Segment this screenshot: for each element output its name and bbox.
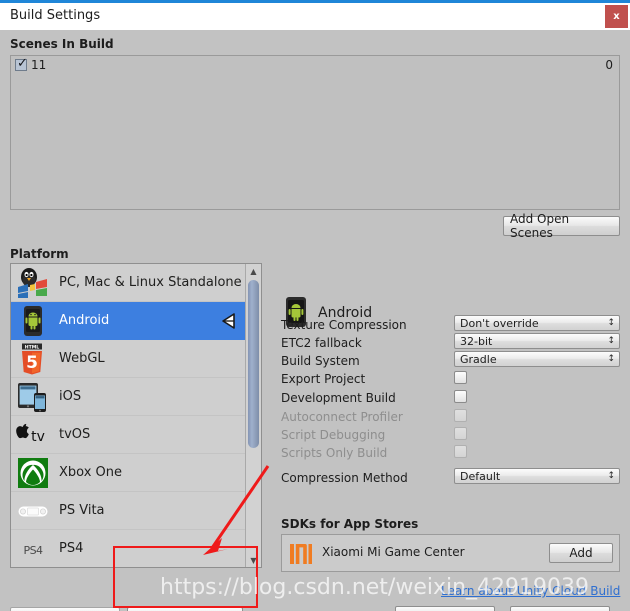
xbox-one-icon: [16, 457, 50, 489]
unity-cloud-build-link[interactable]: Learn about Unity Cloud Build: [441, 584, 620, 598]
export-project-checkbox[interactable]: [454, 371, 467, 384]
platform-list[interactable]: PC, Mac & Linux Standalone Android HTML …: [10, 263, 262, 568]
chevron-updown-icon: ↕: [607, 336, 615, 346]
scenes-in-build-heading: Scenes In Build: [10, 37, 114, 51]
script-debugging-label: Script Debugging: [281, 428, 386, 442]
sdk-list: Xiaomi Mi Game Center Add: [281, 534, 620, 572]
unity-logo-icon: [219, 312, 237, 330]
build-system-dropdown[interactable]: Gradle ↕: [454, 351, 620, 367]
title-bar: Build Settings x: [0, 3, 630, 30]
webgl-html5-icon: HTML 5: [16, 343, 50, 375]
xiaomi-mi-icon: [290, 544, 312, 564]
scrollbar-thumb[interactable]: [248, 280, 259, 448]
platform-item-label: Android: [59, 313, 110, 328]
autoconnect-profiler-label: Autoconnect Profiler: [281, 410, 403, 424]
sdk-name: Xiaomi Mi Game Center: [322, 545, 465, 559]
sdks-heading: SDKs for App Stores: [281, 517, 419, 531]
platform-item-label: PC, Mac & Linux Standalone: [59, 275, 242, 290]
platform-item-tvos[interactable]: tv tvOS: [11, 416, 245, 454]
build-button[interactable]: Build: [395, 606, 495, 611]
platform-item-label: PS Vita: [59, 503, 105, 518]
android-icon: [16, 305, 50, 337]
platform-item-android[interactable]: Android: [11, 302, 245, 340]
build-settings-window: Build Settings x Scenes In Build ✓ 11 0 …: [0, 0, 630, 611]
scenes-in-build-list[interactable]: ✓ 11 0: [10, 55, 620, 210]
etc2-fallback-label: ETC2 fallback: [281, 336, 362, 350]
tvos-apple-tv-icon: tv: [16, 419, 50, 451]
platform-item-ios[interactable]: iOS: [11, 378, 245, 416]
platform-item-ps-vita[interactable]: PS Vita: [11, 492, 245, 530]
platform-item-label: iOS: [59, 389, 82, 404]
chevron-updown-icon: ↕: [607, 318, 615, 328]
platform-heading: Platform: [10, 247, 69, 261]
scroll-up-arrow-icon[interactable]: ▲: [246, 264, 261, 278]
scene-row[interactable]: ✓ 11 0: [11, 56, 619, 74]
chevron-updown-icon: ↕: [607, 471, 615, 481]
platform-item-pc-mac-linux-standalone[interactable]: PC, Mac & Linux Standalone: [11, 264, 245, 302]
etc2-fallback-value: 32-bit: [460, 335, 493, 348]
sdk-add-button[interactable]: Add: [549, 543, 613, 563]
ps4-icon: PS4: [16, 533, 50, 565]
script-debugging-checkbox: [454, 427, 467, 440]
scripts-only-build-checkbox: [454, 445, 467, 458]
compression-method-value: Default: [460, 470, 501, 483]
window-body: Scenes In Build ✓ 11 0 Add Open Scenes P…: [0, 30, 630, 611]
platform-item-webgl[interactable]: HTML 5 WebGL: [11, 340, 245, 378]
ps-vita-icon: [16, 495, 50, 527]
svg-text:HTML: HTML: [25, 344, 40, 350]
pc-mac-linux-icon: [16, 267, 50, 299]
texture-compression-dropdown[interactable]: Don't override ↕: [454, 315, 620, 331]
platform-item-label: PS4: [59, 541, 84, 556]
build-system-value: Gradle: [460, 353, 497, 366]
etc2-fallback-dropdown[interactable]: 32-bit ↕: [454, 333, 620, 349]
build-and-run-button[interactable]: Build And Run: [510, 606, 610, 611]
close-icon[interactable]: x: [605, 5, 628, 28]
development-build-checkbox[interactable]: [454, 390, 467, 403]
platform-item-label: tvOS: [59, 427, 91, 442]
platform-list-items: PC, Mac & Linux Standalone Android HTML …: [11, 264, 245, 567]
svg-text:5: 5: [26, 353, 38, 373]
scroll-down-arrow-icon[interactable]: ▼: [246, 553, 261, 567]
chevron-updown-icon: ↕: [607, 354, 615, 364]
scripts-only-build-label: Scripts Only Build: [281, 446, 388, 460]
scene-name: 11: [31, 58, 47, 72]
svg-text:tv: tv: [31, 429, 45, 445]
add-open-scenes-button[interactable]: Add Open Scenes: [503, 212, 620, 240]
scene-enabled-checkbox[interactable]: ✓: [15, 56, 28, 71]
texture-compression-label: Texture Compression: [281, 318, 407, 332]
compression-method-label: Compression Method: [281, 471, 408, 485]
svg-text:PS4: PS4: [23, 544, 43, 557]
autoconnect-profiler-checkbox: [454, 409, 467, 422]
platform-item-label: WebGL: [59, 351, 105, 366]
platform-list-scrollbar[interactable]: ▲ ▼: [245, 264, 261, 567]
platform-item-xbox-one[interactable]: Xbox One: [11, 454, 245, 492]
export-project-label: Export Project: [281, 372, 366, 386]
window-title: Build Settings: [10, 8, 101, 23]
switch-platform-button[interactable]: Switch Platform: [10, 607, 120, 611]
development-build-label: Development Build: [281, 391, 396, 405]
ios-icon: [16, 381, 50, 413]
checkmark-icon: ✓: [17, 56, 28, 71]
compression-method-dropdown[interactable]: Default ↕: [454, 468, 620, 484]
player-settings-button[interactable]: Player Settings...: [127, 607, 243, 611]
platform-item-ps4[interactable]: PS4 PS4: [11, 530, 245, 567]
platform-item-label: Xbox One: [59, 465, 123, 480]
texture-compression-value: Don't override: [460, 317, 539, 330]
build-system-label: Build System: [281, 354, 360, 368]
scene-index: 0: [605, 58, 613, 72]
